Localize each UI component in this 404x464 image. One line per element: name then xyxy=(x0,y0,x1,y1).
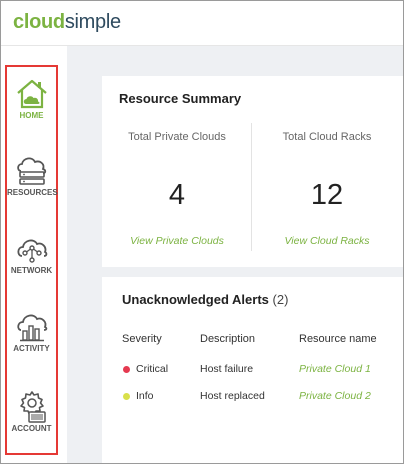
resource-summary-card: Resource Summary Total Private Clouds 4 … xyxy=(102,76,403,267)
nav-item-label: HOME xyxy=(19,111,44,120)
view-cloud-racks-link[interactable]: View Cloud Racks xyxy=(252,235,402,247)
severity-dot xyxy=(123,366,130,373)
stat-value: 4 xyxy=(168,179,186,211)
stat-value: 12 xyxy=(310,179,344,211)
top-bar: cloudsimple xyxy=(1,1,403,46)
severity-text: Info xyxy=(136,390,154,402)
description-text: Host failure xyxy=(200,363,254,375)
alerts-title: Unacknowledged Alerts xyxy=(122,292,269,307)
stat-cloud-racks: Total Cloud Racks 12 View Cloud Racks xyxy=(252,76,402,267)
home-icon xyxy=(16,79,47,109)
nav-item-activity[interactable]: ACTIVITY xyxy=(7,310,56,353)
column-header-resource: Resource name xyxy=(299,333,377,345)
nav-item-home[interactable]: HOME xyxy=(7,77,56,120)
nav-item-label: RESOURCES xyxy=(7,188,58,197)
alerts-card: Unacknowledged Alerts (2) Severity Descr… xyxy=(102,277,403,463)
main-content: Resource Summary Total Private Clouds 4 … xyxy=(67,46,403,463)
severity-dot xyxy=(123,393,130,400)
app-window: cloudsimple HOME RESOURCES NETWORK ACTIV… xyxy=(0,0,404,464)
nav-item-account[interactable]: ACCOUNT xyxy=(7,388,56,433)
network-icon xyxy=(16,239,47,263)
nav-item-network[interactable]: NETWORK xyxy=(7,232,56,275)
stat-label: Total Cloud Racks xyxy=(282,131,372,143)
stat-label: Total Private Clouds xyxy=(128,131,226,143)
resource-link[interactable]: Private Cloud 2 xyxy=(299,390,371,402)
alerts-count: (2) xyxy=(272,292,289,307)
description-text: Host replaced xyxy=(200,390,265,402)
left-nav: HOME RESOURCES NETWORK ACTIVITY ACCOUNT xyxy=(1,46,67,463)
stat-private-clouds: Total Private Clouds 4 View Private Clou… xyxy=(102,76,252,267)
column-header-description: Description xyxy=(200,333,256,345)
nav-item-label: NETWORK xyxy=(10,266,53,275)
activity-icon xyxy=(16,314,47,342)
severity-text: Critical xyxy=(136,363,169,375)
nav-item-label: ACTIVITY xyxy=(13,344,50,353)
nav-item-resources[interactable]: RESOURCES xyxy=(7,154,58,197)
card-title: Unacknowledged Alerts (2) xyxy=(122,292,288,307)
nav-highlight-box: HOME RESOURCES NETWORK ACTIVITY ACCOUNT xyxy=(5,65,58,455)
brand-logo-part1: cloud xyxy=(13,11,65,33)
view-private-clouds-link[interactable]: View Private Clouds xyxy=(102,235,252,247)
column-header-severity: Severity xyxy=(122,333,162,345)
resource-link[interactable]: Private Cloud 1 xyxy=(299,363,371,375)
account-icon xyxy=(19,391,46,423)
nav-item-label: ACCOUNT xyxy=(11,424,52,433)
brand-logo-part2: simple xyxy=(64,11,121,33)
brand-logo[interactable]: cloudsimple xyxy=(13,11,121,34)
resources-icon xyxy=(16,157,46,185)
